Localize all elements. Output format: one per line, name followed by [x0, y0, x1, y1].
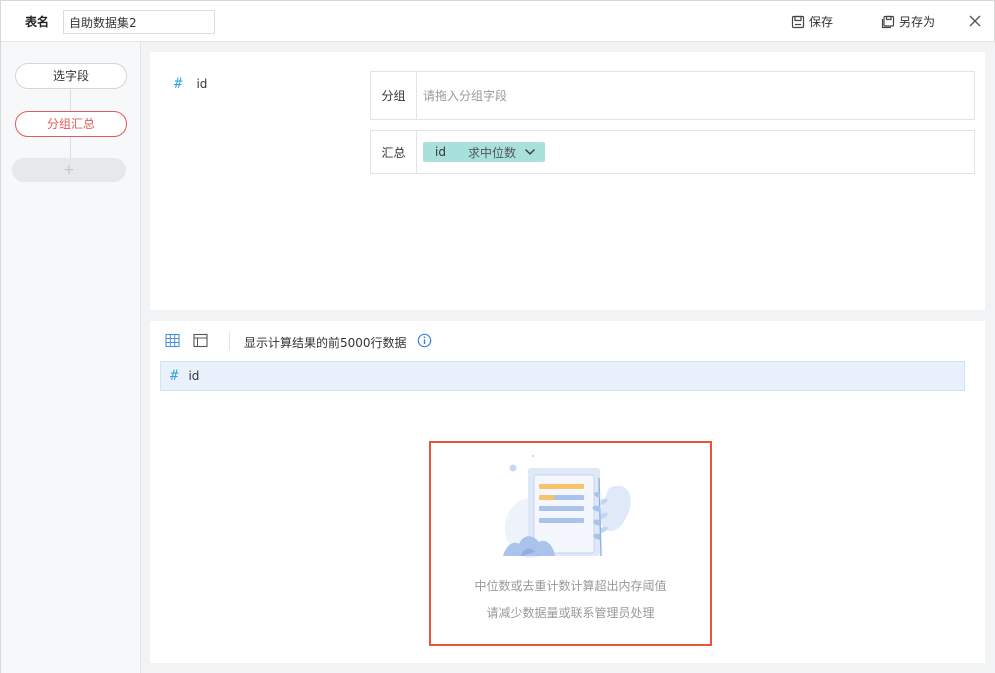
empty-message-primary: 中位数或去重计数计算超出内存阈值 — [474, 579, 667, 593]
group-drop-zone[interactable]: 分组 请拖入分组字段 — [370, 71, 975, 120]
table-name-input[interactable] — [63, 10, 215, 34]
summary-zone-label: 汇总 — [371, 131, 417, 173]
chevron-down-icon[interactable] — [524, 146, 536, 158]
save-label: 保存 — [809, 15, 834, 29]
number-type-icon: # — [170, 368, 179, 384]
column-name: id — [188, 369, 200, 383]
column-header[interactable]: # id — [160, 361, 965, 391]
step-group-summary[interactable]: 分组汇总 — [15, 111, 127, 137]
number-type-icon: # — [174, 76, 183, 92]
save-as-icon — [881, 15, 895, 28]
table-name-label: 表名 — [25, 15, 50, 29]
group-zone-placeholder: 请拖入分组字段 — [423, 89, 508, 103]
empty-state: 中位数或去重计数计算超出内存阈值 请减少数据量或联系管理员处理 — [429, 441, 712, 646]
group-zone-label: 分组 — [371, 72, 417, 119]
summary-drop-zone[interactable]: 汇总 id 求中位数 — [370, 130, 975, 174]
result-panel: 显示计算结果的前5000行数据 # id 中位数或去重计数计算超出内存阈值 请减… — [150, 321, 985, 663]
top-bar: 表名 保存 另存为 — [0, 0, 995, 42]
step-select-fields[interactable]: 选字段 — [15, 63, 127, 89]
step-sidebar: 选字段 分组汇总 + — [0, 42, 141, 673]
chip-field-name: id — [435, 145, 446, 159]
card-view-icon[interactable] — [193, 333, 208, 348]
save-icon — [791, 15, 805, 28]
summary-field-chip[interactable]: id 求中位数 — [423, 142, 545, 162]
close-icon[interactable] — [968, 14, 982, 28]
table-view-icon[interactable] — [165, 333, 180, 348]
field-item[interactable]: # id — [174, 76, 207, 92]
save-as-label: 另存为 — [899, 15, 936, 29]
save-button[interactable]: 保存 — [791, 13, 833, 30]
toolbar-divider — [229, 331, 230, 350]
config-panel: # id 分组 请拖入分组字段 汇总 id 求中位数 — [150, 52, 985, 310]
empty-message-secondary: 请减少数据量或联系管理员处理 — [486, 606, 655, 620]
chip-aggregation: 求中位数 — [467, 145, 516, 160]
info-icon[interactable] — [417, 333, 432, 348]
save-as-button[interactable]: 另存为 — [881, 13, 935, 30]
empty-data-illustration — [503, 454, 631, 558]
step-connector — [70, 137, 71, 158]
step-connector — [70, 89, 71, 111]
field-name: id — [196, 77, 208, 91]
row-limit-info: 显示计算结果的前5000行数据 — [244, 336, 407, 350]
add-step-button[interactable]: + — [12, 158, 126, 182]
main-area: # id 分组 请拖入分组字段 汇总 id 求中位数 显示计算结果的前5000行… — [141, 42, 995, 673]
